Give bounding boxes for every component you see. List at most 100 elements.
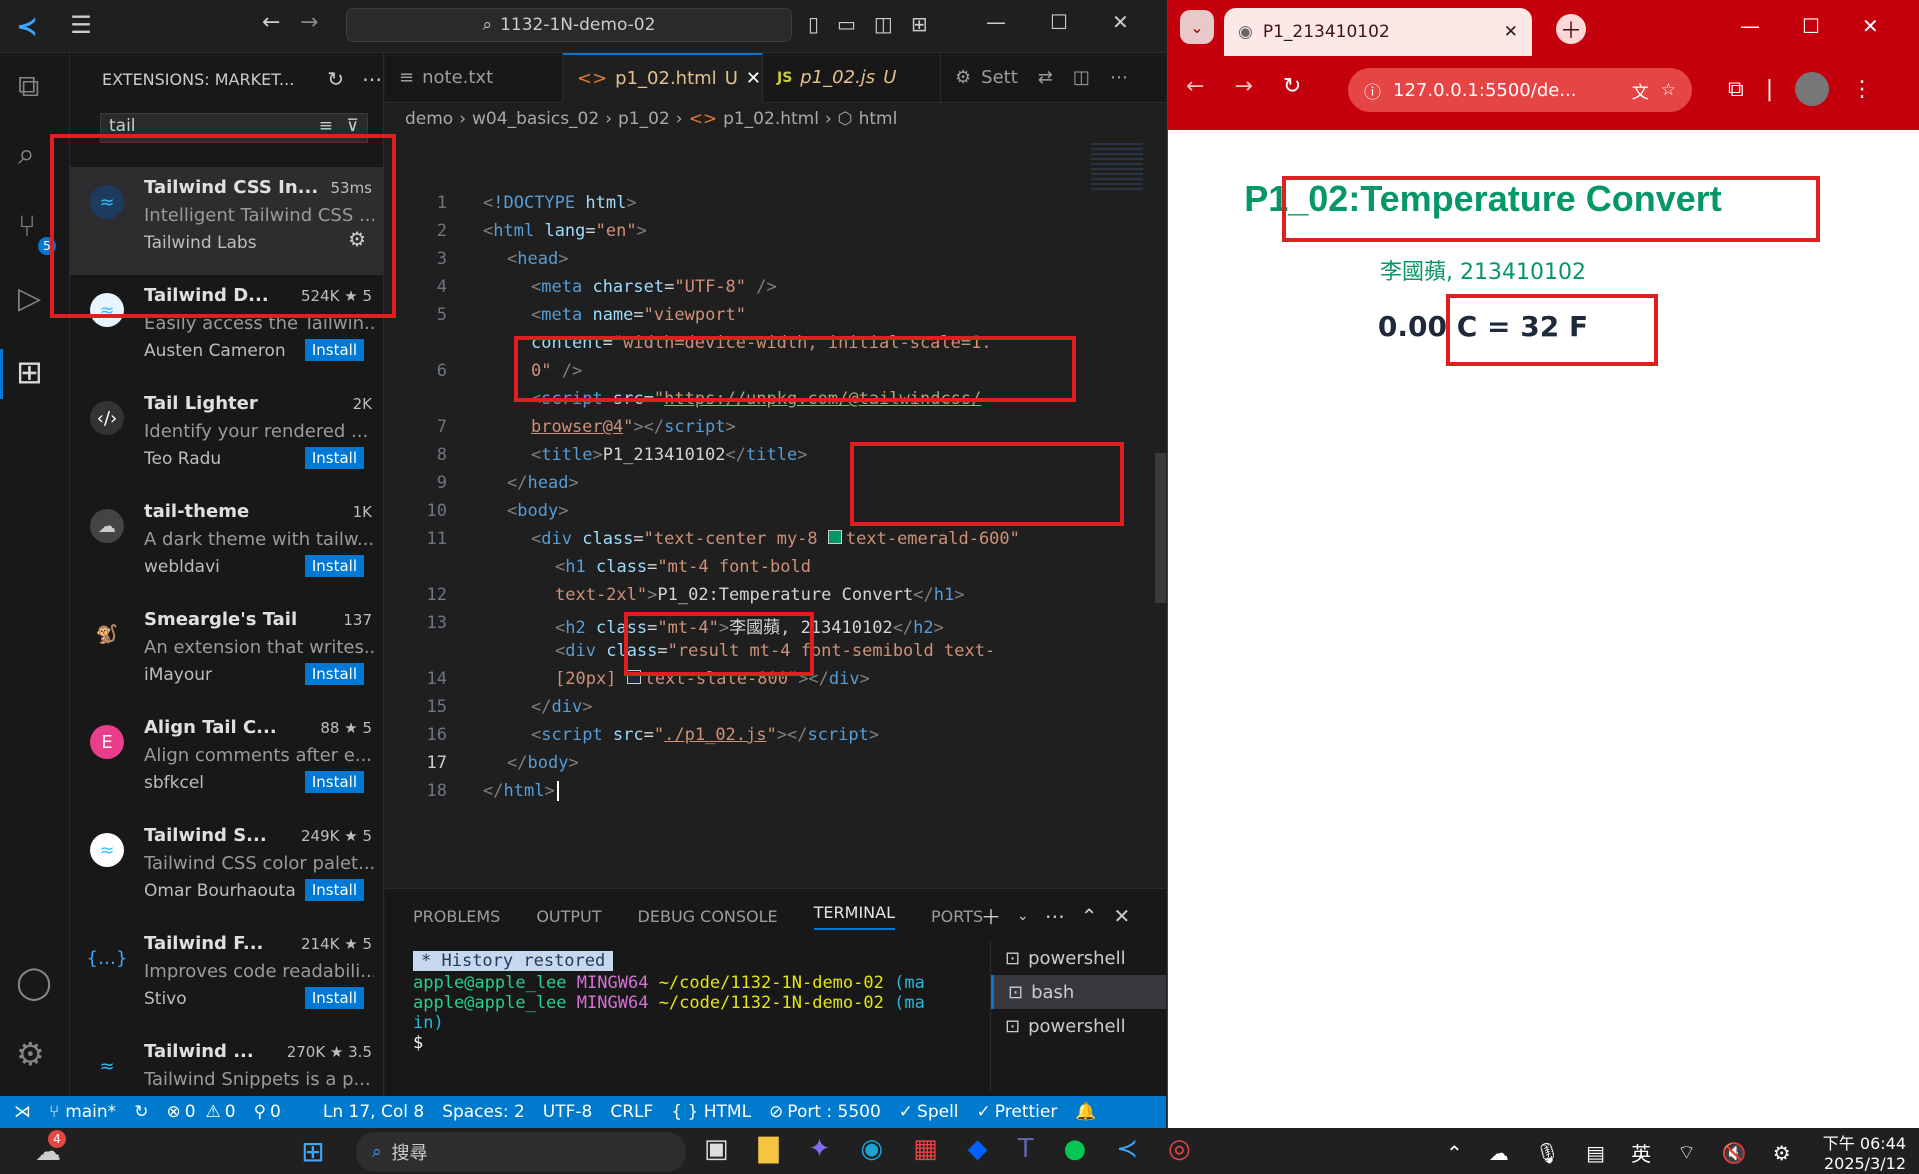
end-of-line[interactable]: CRLF <box>610 1102 653 1122</box>
source-control-icon[interactable]: ⑂ <box>18 209 36 244</box>
close-window-icon[interactable]: ✕ <box>1112 10 1129 34</box>
reload-icon[interactable]: ↻ <box>1283 74 1301 99</box>
task-view-icon[interactable]: ▣ <box>704 1134 729 1164</box>
tab-output[interactable]: OUTPUT <box>536 907 601 926</box>
extensions-icon[interactable]: ⊞ <box>16 353 43 391</box>
terminal-item[interactable]: ⊡ powershell <box>991 941 1166 975</box>
line-icon[interactable]: ● <box>1064 1134 1087 1164</box>
extension-item[interactable]: ≈ Tailwind S... 249K ★ 5 Tailwind CSS color… <box>70 815 383 923</box>
maximize-icon[interactable]: ☐ <box>1050 10 1068 34</box>
language-mode[interactable]: { } HTML <box>671 1102 751 1122</box>
breadcrumb-item[interactable]: p1_02 <box>618 109 670 129</box>
git-branch[interactable]: main* <box>65 1102 116 1122</box>
minimap[interactable] <box>1091 143 1143 193</box>
indentation[interactable]: Spaces: 2 <box>442 1102 525 1122</box>
tab-ports[interactable]: PORTS <box>931 907 983 926</box>
close-tab-icon[interactable]: ✕ <box>746 68 761 89</box>
tab-problems[interactable]: PROBLEMS <box>413 907 500 926</box>
ports-count[interactable]: 0 <box>270 1102 281 1122</box>
layout-icon[interactable]: ▤ <box>1586 1141 1605 1165</box>
minimize-icon[interactable]: — <box>986 10 1006 34</box>
chevron-up-icon[interactable]: ⌃ <box>1446 1141 1463 1165</box>
volume-muted-icon[interactable]: 🔇 <box>1722 1141 1747 1165</box>
close-panel-icon[interactable]: ✕ <box>1114 904 1131 928</box>
bell-icon[interactable]: 🔔 <box>1075 1102 1096 1122</box>
remote-icon[interactable]: ⋊ <box>14 1102 31 1122</box>
copilot-icon[interactable]: ✦ <box>809 1134 831 1164</box>
cursor-position[interactable]: Ln 17, Col 8 <box>323 1102 424 1122</box>
edge-icon[interactable]: ◉ <box>860 1134 883 1164</box>
bookmark-star-icon[interactable]: ☆ <box>1661 80 1676 100</box>
terminal-output[interactable]: * History restored apple@apple_lee MINGW… <box>413 951 958 1091</box>
breadcrumb-item[interactable]: w04_basics_02 <box>472 109 599 129</box>
split-editor-icon[interactable]: ◫ <box>1073 67 1090 88</box>
chevron-down-icon[interactable]: ⌄ <box>1017 908 1029 924</box>
chrome-icon[interactable]: ◎ <box>1168 1134 1191 1164</box>
breadcrumb-item[interactable]: demo <box>405 109 453 129</box>
more-actions-icon[interactable]: ⋯ <box>362 67 382 91</box>
close-tab-icon[interactable]: ✕ <box>1504 22 1518 42</box>
tab-terminal[interactable]: TERMINAL <box>813 903 896 930</box>
start-icon[interactable]: ⊞ <box>296 1134 330 1168</box>
tab-note-txt[interactable]: ≡ note.txt <box>385 52 563 103</box>
onedrive-icon[interactable]: ☁ <box>1489 1141 1509 1165</box>
taskbar-search[interactable]: ⌕ 搜尋 <box>356 1132 686 1172</box>
minimize-icon[interactable]: — <box>1740 14 1760 38</box>
install-button[interactable]: Install <box>304 339 364 361</box>
clock-time[interactable]: 下午 06:44 <box>1806 1130 1906 1154</box>
run-debug-icon[interactable]: ▷ <box>18 281 41 316</box>
toggle-panel-icon[interactable]: ▭ <box>837 12 856 36</box>
store-icon[interactable]: ▦ <box>913 1134 938 1164</box>
mic-muted-icon[interactable]: 🎙 <box>1535 1141 1560 1165</box>
compare-icon[interactable]: ⇄ <box>1038 67 1053 88</box>
extension-item[interactable]: {…} Tailwind F... 214K ★ 5 Improves code re… <box>70 923 383 1031</box>
clear-filter-icon[interactable]: ≡ <box>319 116 333 136</box>
tab-settings[interactable]: ⚙ Sett ⇄ ◫ ⋯ <box>941 53 1142 103</box>
extension-item[interactable]: ‹/› Tail Lighter 2K Identify your rendered … <box>70 383 383 491</box>
forward-arrow-icon[interactable]: → <box>300 10 318 35</box>
new-terminal-icon[interactable]: ＋ <box>981 901 1001 930</box>
explorer-icon[interactable]: ⧉ <box>18 69 39 104</box>
install-button[interactable]: Install <box>304 555 364 577</box>
more-menu-icon[interactable]: ⋮ <box>1851 77 1873 102</box>
spell-check[interactable]: Spell <box>917 1102 959 1122</box>
warning-count[interactable]: 0 <box>225 1102 236 1122</box>
maximize-panel-icon[interactable]: ⌃ <box>1081 904 1098 928</box>
more-actions-icon[interactable]: ⋯ <box>1045 904 1065 928</box>
more-actions-icon[interactable]: ⋯ <box>1110 67 1128 88</box>
install-button[interactable]: Install <box>304 771 364 793</box>
extension-item[interactable]: ☁ tail-theme 1K A dark theme with tailw... w… <box>70 491 383 599</box>
tab-p1-02-js[interactable]: JS p1_02.js U <box>763 52 941 103</box>
maximize-icon[interactable]: ☐ <box>1802 14 1820 38</box>
browser-tab[interactable]: ◉ P1_213410102 ✕ <box>1224 8 1532 56</box>
install-button[interactable]: Install <box>304 987 364 1009</box>
translate-icon[interactable]: 文 <box>1632 78 1649 103</box>
avatar[interactable] <box>1795 72 1830 106</box>
terminal-item-active[interactable]: ⊡ bash <box>991 975 1166 1009</box>
scrollbar[interactable] <box>1155 453 1166 603</box>
search-icon[interactable]: ⌕ <box>18 137 35 172</box>
ime-indicator[interactable]: 英 <box>1631 1138 1651 1167</box>
breadcrumb-item[interactable]: p1_02.html <box>723 109 819 129</box>
extension-item[interactable]: E Align Tail C... 88 ★ 5 Align comments aft… <box>70 707 383 815</box>
extension-item[interactable]: ≈ Tailwind ... 270K ★ 3.5 Tailwind Snippets… <box>70 1031 383 1096</box>
breadcrumb-item[interactable]: html <box>859 109 898 129</box>
file-explorer-icon[interactable]: ▇ <box>759 1134 779 1164</box>
filter-icon[interactable]: ⊽ <box>347 116 359 136</box>
address-bar[interactable]: ⓘ 127.0.0.1:5500/de... 文 ☆ <box>1348 68 1692 112</box>
info-icon[interactable]: ⓘ <box>1364 78 1381 103</box>
back-arrow-icon[interactable]: ← <box>262 10 280 35</box>
new-tab-icon[interactable]: ＋ <box>1556 14 1586 44</box>
clock-date[interactable]: 2025/3/12 <box>1806 1154 1906 1173</box>
tab-debug-console[interactable]: DEBUG CONSOLE <box>638 907 778 926</box>
customize-layout-icon[interactable]: ⊞ <box>911 12 928 36</box>
terminal-item[interactable]: ⊡ powershell <box>991 1009 1166 1043</box>
tab-p1-02-html[interactable]: <> p1_02.html U ✕ <box>563 52 763 103</box>
command-center-search[interactable]: ⌕ 1132-1N-demo-02 <box>346 8 792 42</box>
teams-icon[interactable]: T <box>1018 1134 1034 1164</box>
install-button[interactable]: Install <box>304 447 364 469</box>
install-button[interactable]: Install <box>304 663 364 685</box>
menu-icon[interactable]: ☰ <box>66 10 96 40</box>
encoding[interactable]: UTF-8 <box>543 1102 593 1122</box>
forward-arrow-icon[interactable]: → <box>1234 74 1252 99</box>
